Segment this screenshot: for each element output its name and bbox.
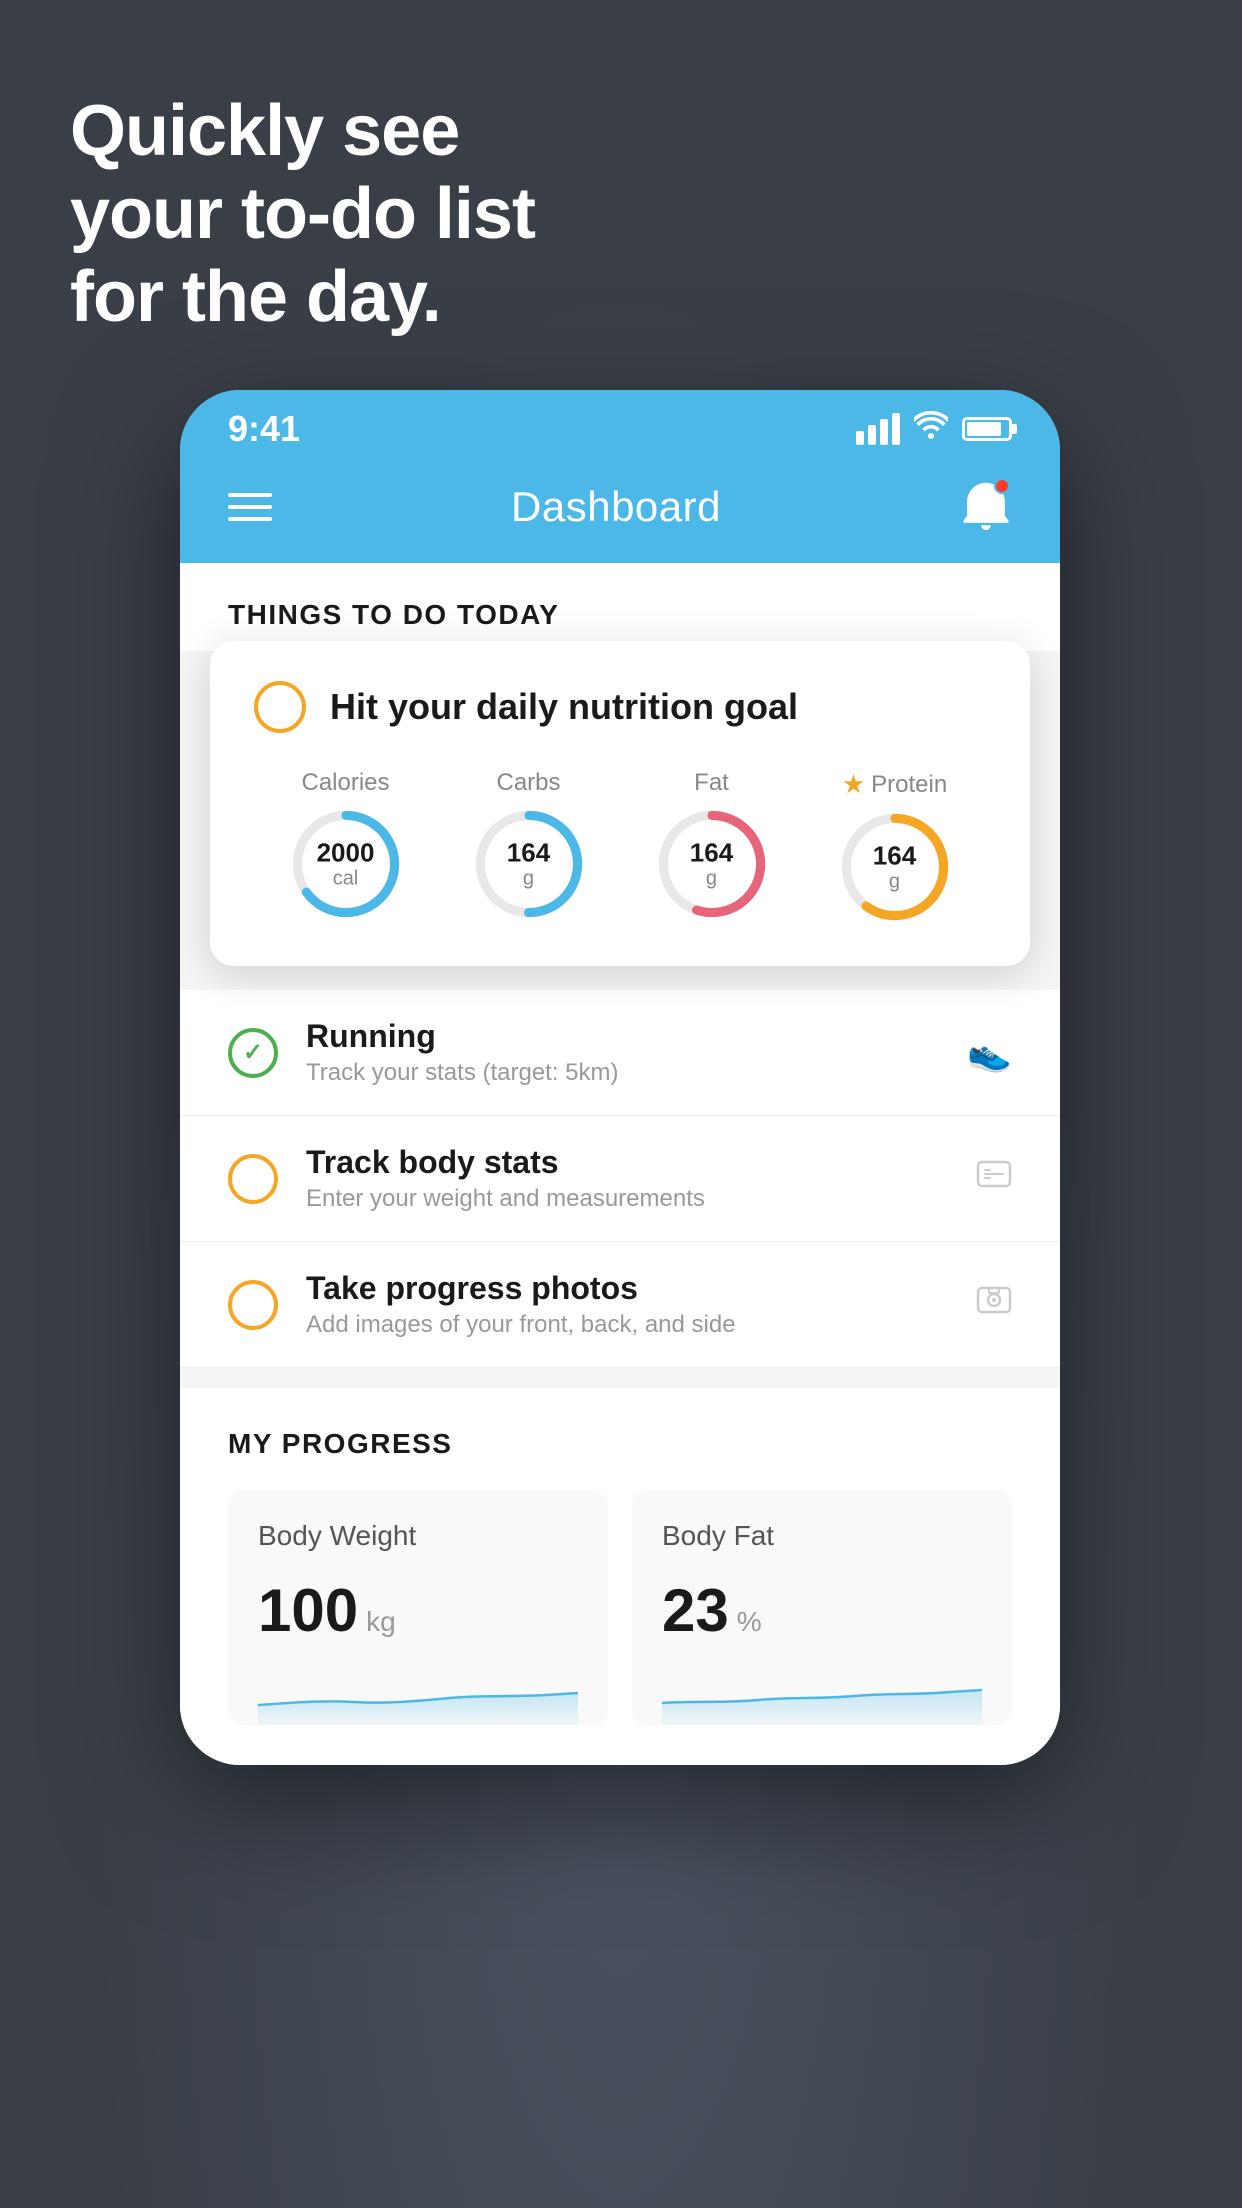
todo-running[interactable]: ✓ Running Track your stats (target: 5km)… <box>180 990 1060 1116</box>
body-weight-card[interactable]: Body Weight 100 kg <box>228 1490 608 1725</box>
nutrition-calories: Calories 2000 cal <box>291 769 401 919</box>
notification-dot <box>994 478 1010 494</box>
nutrition-protein: ★ Protein 164 g <box>840 769 950 922</box>
body-stats-title: Track body stats <box>306 1144 948 1181</box>
nutrition-fat: Fat 164 g <box>657 769 767 919</box>
section-title: THINGS TO DO TODAY <box>228 599 559 630</box>
section-header: THINGS TO DO TODAY <box>180 563 1060 651</box>
hamburger-menu[interactable] <box>228 493 272 521</box>
calories-label: Calories <box>301 769 389 797</box>
headline: Quickly see your to-do list for the day. <box>70 90 535 338</box>
body-stats-text: Track body stats Enter your weight and m… <box>306 1144 948 1213</box>
nutrition-carbs: Carbs 164 g <box>474 769 584 919</box>
wifi-icon <box>914 411 948 447</box>
nav-title: Dashboard <box>511 483 721 531</box>
protein-donut: 164 g <box>840 812 950 922</box>
carbs-label: Carbs <box>496 769 560 797</box>
fat-label: Fat <box>694 769 729 797</box>
body-fat-card[interactable]: Body Fat 23 % <box>632 1490 1012 1725</box>
running-check-circle[interactable]: ✓ <box>228 1028 278 1078</box>
running-text: Running Track your stats (target: 5km) <box>306 1018 939 1087</box>
star-icon: ★ <box>842 769 865 800</box>
shoe-icon: 👟 <box>967 1032 1012 1074</box>
photos-title: Take progress photos <box>306 1270 948 1307</box>
protein-label: ★ Protein <box>842 769 947 800</box>
notification-bell-button[interactable] <box>960 478 1012 535</box>
check-mark-icon: ✓ <box>243 1038 263 1067</box>
fat-donut: 164 g <box>657 809 767 919</box>
nutrition-main-item: Hit your daily nutrition goal <box>254 681 986 733</box>
status-icons <box>856 411 1012 447</box>
body-fat-value: 23 % <box>662 1576 982 1645</box>
status-bar: 9:41 <box>180 390 1060 460</box>
nutrition-card: Hit your daily nutrition goal Calories 2… <box>210 641 1030 966</box>
todo-progress-photos[interactable]: Take progress photos Add images of your … <box>180 1242 1060 1368</box>
progress-section: MY PROGRESS Body Weight 100 kg <box>180 1388 1060 1765</box>
body-weight-value: 100 kg <box>258 1576 578 1645</box>
signal-icon <box>856 413 900 445</box>
body-weight-chart <box>258 1665 578 1725</box>
photos-subtitle: Add images of your front, back, and side <box>306 1311 948 1339</box>
body-fat-chart <box>662 1665 982 1725</box>
running-title: Running <box>306 1018 939 1055</box>
calories-donut: 2000 cal <box>291 809 401 919</box>
body-stats-check-circle[interactable] <box>228 1154 278 1204</box>
status-time: 9:41 <box>228 408 300 450</box>
scale-icon <box>976 1156 1012 1201</box>
todo-body-stats[interactable]: Track body stats Enter your weight and m… <box>180 1116 1060 1242</box>
photos-text: Take progress photos Add images of your … <box>306 1270 948 1339</box>
phone-frame: 9:41 Dashboard <box>180 390 1060 1765</box>
todo-list: ✓ Running Track your stats (target: 5km)… <box>180 990 1060 1368</box>
content-area: THINGS TO DO TODAY Hit your daily nutrit… <box>180 563 1060 1765</box>
photos-check-circle[interactable] <box>228 1280 278 1330</box>
nutrition-grid: Calories 2000 cal Carbs <box>254 769 986 922</box>
nutrition-check-circle[interactable] <box>254 681 306 733</box>
progress-title: MY PROGRESS <box>228 1428 1012 1460</box>
photo-icon <box>976 1282 1012 1327</box>
body-weight-label: Body Weight <box>258 1520 578 1552</box>
nutrition-title: Hit your daily nutrition goal <box>330 686 798 728</box>
progress-cards: Body Weight 100 kg <box>228 1490 1012 1765</box>
running-subtitle: Track your stats (target: 5km) <box>306 1059 939 1087</box>
body-fat-label: Body Fat <box>662 1520 982 1552</box>
nav-bar: Dashboard <box>180 460 1060 563</box>
carbs-donut: 164 g <box>474 809 584 919</box>
body-stats-subtitle: Enter your weight and measurements <box>306 1185 948 1213</box>
battery-icon <box>962 417 1012 441</box>
